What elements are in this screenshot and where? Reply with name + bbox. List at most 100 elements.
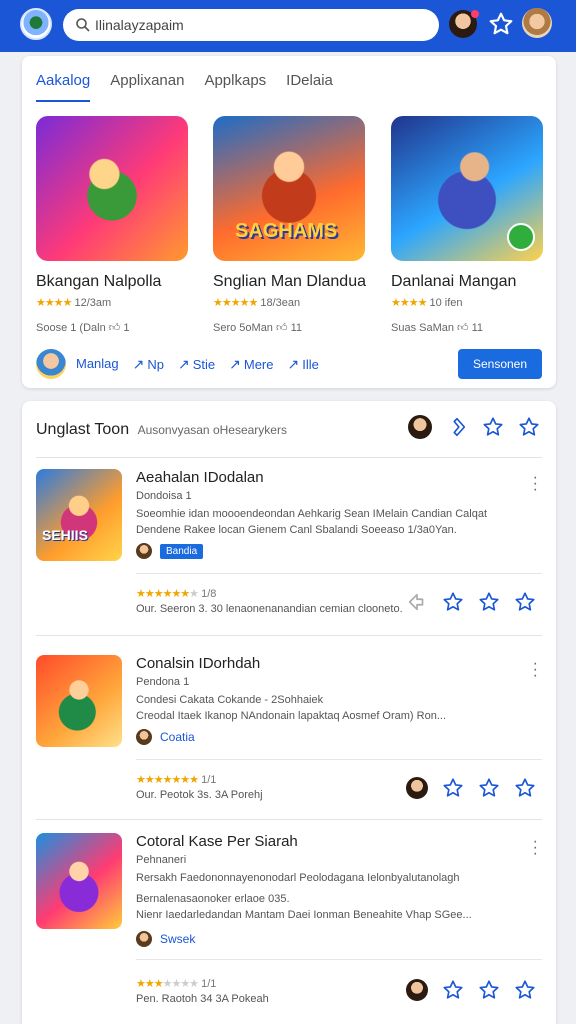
meta-right: 11 [290,322,302,334]
link-mere[interactable]: ↗ Mere [229,356,273,373]
category-tabs: Aakalog Applixanan Applkaps IDelaia [36,72,333,102]
star-icon[interactable] [514,777,536,799]
publisher-tag[interactable]: Swsek [136,931,195,947]
app-info: Our. Peotok 3s. 3A Porehj [136,789,263,801]
featured-app-3[interactable]: Danlanai Mangan ★★★★ 10 ifen Suas SaMan … [391,116,543,334]
featured-footer: Manlag ↗ Np ↗ Stie ↗ Mere ↗ Ille Sensonen [36,346,542,380]
share-icon: ↗ [178,356,190,372]
user-avatar[interactable] [449,10,479,38]
more-options-icon[interactable]: · · · [533,834,538,862]
thumb-icon: 👍︎ [276,322,291,334]
link-ille[interactable]: ↗ Ille [288,356,319,373]
link-np[interactable]: ↗ Np [133,356,164,373]
divider [136,759,542,760]
link-label: Manlag [76,356,119,371]
star-icon[interactable] [442,591,464,613]
more-options-icon[interactable]: · · · [533,656,538,684]
star-icon[interactable] [442,979,464,1001]
publisher-tag[interactable]: Coatia [136,729,195,745]
thumb-icon: 👍︎ [457,322,472,334]
rating-stars: ★★★★ [36,297,72,309]
tab-applkaps[interactable]: Applkaps [204,72,266,102]
rating-stars: ★★★★★★★ [136,588,199,600]
star-icon[interactable] [442,777,464,799]
game-thumbnail[interactable] [36,116,188,261]
tab-applixanan[interactable]: Applixanan [110,72,184,102]
app-description: Soeomhie idan moooendeondan Aehkarig Sea… [136,506,522,538]
link-label: Np [147,357,164,372]
more-options-icon[interactable]: · · · [533,470,538,498]
stars-filled: ★★★★★★★ [136,774,199,786]
stars-empty: ★ [189,588,199,600]
user-avatar[interactable] [406,777,428,799]
bookmark-icon[interactable] [446,416,468,438]
star-icon[interactable] [478,777,500,799]
star-icon[interactable] [514,591,536,613]
meta-left: Suas SaMan [391,322,454,334]
app-meta: Sero 5oMan 👍︎ 11 [213,321,365,334]
app-logo[interactable] [20,8,52,40]
link-manlag[interactable]: Manlag [76,356,119,373]
rating-count: 1/1 [201,978,217,990]
divider [36,457,542,458]
game-thumbnail[interactable]: SAGHAMS [213,116,365,261]
publisher-pill: Bandia [160,543,204,559]
search-input[interactable] [95,9,425,41]
meta-right: 1 [123,322,130,334]
list-item[interactable]: SEHIIS Aeahalan IDodalan · · · Dondoisa 1 … [36,469,542,635]
app-title: Cotoral Kase Per Siarah [136,833,298,850]
app-name: Snglian Man Dlandua [213,273,366,290]
meta-right: 11 [471,322,484,334]
app-name: Bkangan Nalpolla [36,273,162,290]
app-icon[interactable] [36,655,122,747]
user-avatar[interactable] [406,979,428,1001]
section-title-text: Unglast Toon [36,421,130,438]
row-actions [406,591,536,613]
publisher-tag[interactable]: Bandia [136,543,204,559]
link-stie[interactable]: ↗ Stie [178,356,215,373]
rating-count: 1/8 [201,588,217,600]
user-avatar[interactable] [408,415,432,439]
game-thumbnail[interactable] [391,116,543,261]
stars-empty: ★★★★ [162,978,199,990]
tab-idelaia[interactable]: IDelaia [286,72,333,102]
star-icon[interactable] [514,979,536,1001]
star-icon[interactable] [478,591,500,613]
list-item[interactable]: Cotoral Kase Per Siarah · · · Pehnaneri Re… [36,833,542,1009]
list-item[interactable]: Conalsin IDorhdah · · · Pendona 1 Condesi … [36,655,542,821]
row-actions [406,979,536,1001]
rating-text: 12/3am [74,297,112,309]
app-rating: ★★★★★★★ 1/1 [136,977,216,990]
featured-app-1[interactable]: Bkangan Nalpolla ★★★★ 12/3am Soose 1 (Da… [36,116,188,334]
rating-stars: ★★★★★ [213,297,258,309]
rating-text: 10 ifen [429,297,463,309]
publisher-name: Coatia [160,730,195,744]
share-icon: ↗ [229,356,241,372]
meta-left: Soose 1 (Daln [36,322,106,334]
desc-line: Rersakh Faedononnayenonodarl Peolodagana… [136,872,460,884]
profile-avatar[interactable] [522,8,552,38]
app-meta: Soose 1 (Daln 👍︎ 1 [36,321,188,334]
share-icon[interactable] [406,591,428,613]
app-description: Condesi Cakata Cokande - 2Sohhaiek Creod… [136,692,522,724]
publisher-avatar[interactable] [36,349,66,379]
app-subtitle: Pendona 1 [136,676,190,688]
link-label: Mere [243,357,274,372]
desc-line: Condesi Cakata Cokande - 2Sohhaiek [136,694,324,706]
search-bar[interactable] [63,9,439,41]
tab-aakalog[interactable]: Aakalog [36,72,91,102]
section-title: Unglast Toon Ausonvyasan oHesearykers [36,421,287,439]
featured-app-2[interactable]: SAGHAMS Snglian Man Dlandua ★★★★★ 18/3ea… [213,116,366,334]
star-icon[interactable] [518,416,540,438]
notification-dot [471,10,479,18]
primary-action-button[interactable]: Sensonen [458,349,542,379]
star-icon[interactable] [482,416,504,438]
star-icon[interactable] [488,11,514,37]
star-icon[interactable] [478,979,500,1001]
stars-filled: ★★★★★★ [136,588,190,600]
app-icon[interactable]: SEHIIS [36,469,122,561]
rating-stars: ★★★★★★★ [136,774,199,786]
link-label: Ille [302,357,319,372]
app-icon[interactable] [36,833,122,929]
rating-count: 1/1 [201,774,217,786]
